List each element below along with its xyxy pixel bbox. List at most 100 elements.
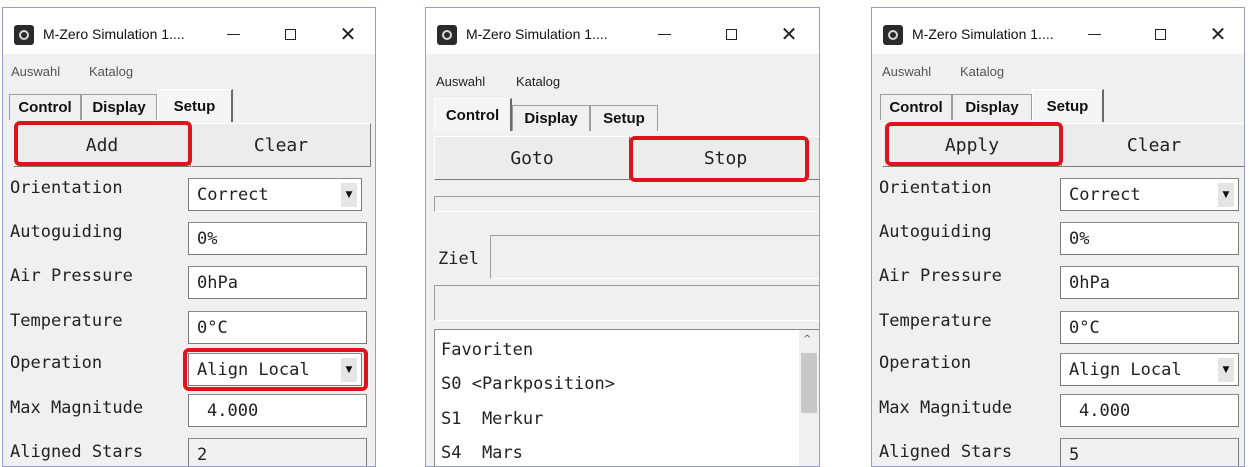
- max-magnitude-label: Max Magnitude: [10, 398, 144, 418]
- temperature-label: Temperature: [10, 311, 123, 331]
- maximize-button[interactable]: [1145, 20, 1175, 48]
- minimize-icon: [1087, 33, 1101, 35]
- orientation-label: Orientation: [879, 178, 992, 198]
- autoguiding-field[interactable]: 0%: [188, 222, 367, 255]
- list-item[interactable]: S4 Mars: [441, 443, 523, 463]
- ziel-field: [490, 235, 819, 279]
- clear-button[interactable]: Clear: [1062, 123, 1244, 167]
- tab-display[interactable]: Display: [81, 94, 157, 120]
- app-icon: [14, 25, 34, 45]
- aligned-stars-field: 2: [188, 438, 367, 466]
- list-item[interactable]: Favoriten: [441, 340, 533, 360]
- orientation-select[interactable]: Correct ▼: [1060, 178, 1239, 211]
- menu-bar: Auswahl Katalog: [3, 60, 375, 86]
- maximize-button[interactable]: [275, 20, 305, 48]
- tab-control[interactable]: Control: [434, 98, 512, 131]
- tab-setup[interactable]: Setup: [590, 105, 658, 131]
- highlight-box: [885, 122, 1063, 166]
- operation-value: Align Local: [1069, 360, 1182, 380]
- list-item[interactable]: S0 <Parkposition>: [441, 374, 615, 394]
- app-icon: [883, 25, 903, 45]
- aligned-stars-field: 5: [1060, 438, 1239, 466]
- air-pressure-field[interactable]: 0hPa: [188, 266, 367, 299]
- window-control: M-Zero Simulation 1.... ✕ Auswahl Katalo…: [425, 7, 820, 467]
- aligned-stars-label: Aligned Stars: [879, 442, 1013, 462]
- max-magnitude-label: Max Magnitude: [879, 398, 1013, 418]
- favorites-list[interactable]: Favoriten S0 <Parkposition> S1 Merkur S4…: [434, 329, 819, 466]
- minimize-icon: [226, 33, 240, 35]
- title-bar[interactable]: M-Zero Simulation 1.... ✕: [3, 8, 375, 54]
- title-bar[interactable]: M-Zero Simulation 1.... ✕: [426, 8, 819, 54]
- temperature-field[interactable]: 0°C: [1060, 311, 1239, 344]
- temperature-field[interactable]: 0°C: [188, 311, 367, 344]
- minimize-button[interactable]: [649, 20, 679, 48]
- menu-katalog[interactable]: Katalog: [89, 64, 133, 79]
- maximize-icon: [284, 28, 296, 40]
- menu-katalog[interactable]: Katalog: [960, 64, 1004, 79]
- operation-label: Operation: [10, 353, 103, 373]
- menu-auswahl[interactable]: Auswahl: [11, 64, 60, 79]
- tab-display[interactable]: Display: [952, 94, 1032, 120]
- tab-bar: Control Display Setup: [426, 97, 819, 131]
- highlight-box: [183, 348, 368, 391]
- scroll-thumb[interactable]: [801, 353, 817, 413]
- aligned-stars-label: Aligned Stars: [10, 442, 144, 462]
- tab-control[interactable]: Control: [9, 94, 81, 120]
- close-button[interactable]: ✕: [333, 20, 363, 48]
- chevron-down-icon[interactable]: ▼: [1218, 358, 1234, 382]
- max-magnitude-field[interactable]: 4.000: [1060, 394, 1239, 427]
- close-button[interactable]: ✕: [1203, 20, 1233, 48]
- tab-bar: Control Display Setup: [872, 88, 1244, 122]
- operation-select[interactable]: Align Local ▼: [1060, 353, 1239, 386]
- tab-control[interactable]: Control: [880, 94, 952, 120]
- maximize-icon: [725, 28, 737, 40]
- clear-button[interactable]: Clear: [191, 123, 371, 167]
- window-title: M-Zero Simulation 1....: [43, 26, 185, 42]
- highlight-box: [629, 136, 809, 182]
- highlight-box: [14, 121, 192, 166]
- tab-bar: Control Display Setup: [3, 88, 375, 122]
- menu-auswahl[interactable]: Auswahl: [436, 74, 485, 89]
- tab-display[interactable]: Display: [512, 105, 590, 131]
- autoguiding-label: Autoguiding: [879, 222, 992, 242]
- list-item[interactable]: S1 Merkur: [441, 409, 543, 429]
- app-icon: [437, 25, 457, 45]
- goto-button[interactable]: Goto: [434, 136, 630, 180]
- orientation-value: Correct: [197, 185, 269, 205]
- window-title: M-Zero Simulation 1....: [912, 26, 1054, 42]
- maximize-icon: [1154, 28, 1166, 40]
- tab-setup[interactable]: Setup: [157, 89, 233, 122]
- chevron-down-icon[interactable]: ▼: [1218, 183, 1234, 207]
- minimize-button[interactable]: [218, 20, 248, 48]
- minimize-icon: [657, 33, 671, 35]
- close-icon: ✕: [780, 22, 798, 46]
- minimize-button[interactable]: [1079, 20, 1109, 48]
- scrollbar[interactable]: ^: [799, 330, 819, 466]
- close-icon: ✕: [339, 22, 357, 46]
- menu-katalog[interactable]: Katalog: [516, 74, 560, 89]
- close-button[interactable]: ✕: [774, 20, 804, 48]
- autoguiding-field[interactable]: 0%: [1060, 222, 1239, 255]
- close-icon: ✕: [1209, 22, 1227, 46]
- status-bar: [434, 196, 819, 212]
- window-title: M-Zero Simulation 1....: [466, 26, 608, 42]
- air-pressure-field[interactable]: 0hPa: [1060, 266, 1239, 299]
- ziel-label: Ziel: [438, 249, 479, 269]
- menu-auswahl[interactable]: Auswahl: [882, 64, 931, 79]
- orientation-value: Correct: [1069, 185, 1141, 205]
- menu-bar: Auswahl Katalog: [872, 60, 1244, 86]
- autoguiding-label: Autoguiding: [10, 222, 123, 242]
- chevron-up-icon[interactable]: ^: [803, 334, 811, 345]
- orientation-select[interactable]: Correct ▼: [188, 178, 362, 211]
- air-pressure-label: Air Pressure: [879, 266, 1002, 286]
- maximize-button[interactable]: [716, 20, 746, 48]
- chevron-down-icon[interactable]: ▼: [341, 183, 357, 207]
- window-setup-1: M-Zero Simulation 1.... ✕ Auswahl Katalo…: [2, 7, 376, 467]
- temperature-label: Temperature: [879, 311, 992, 331]
- title-bar[interactable]: M-Zero Simulation 1.... ✕: [872, 8, 1244, 54]
- operation-label: Operation: [879, 353, 972, 373]
- max-magnitude-field[interactable]: 4.000: [188, 394, 367, 427]
- air-pressure-label: Air Pressure: [10, 266, 133, 286]
- menu-bar: Auswahl Katalog: [426, 70, 819, 96]
- tab-setup[interactable]: Setup: [1032, 89, 1104, 122]
